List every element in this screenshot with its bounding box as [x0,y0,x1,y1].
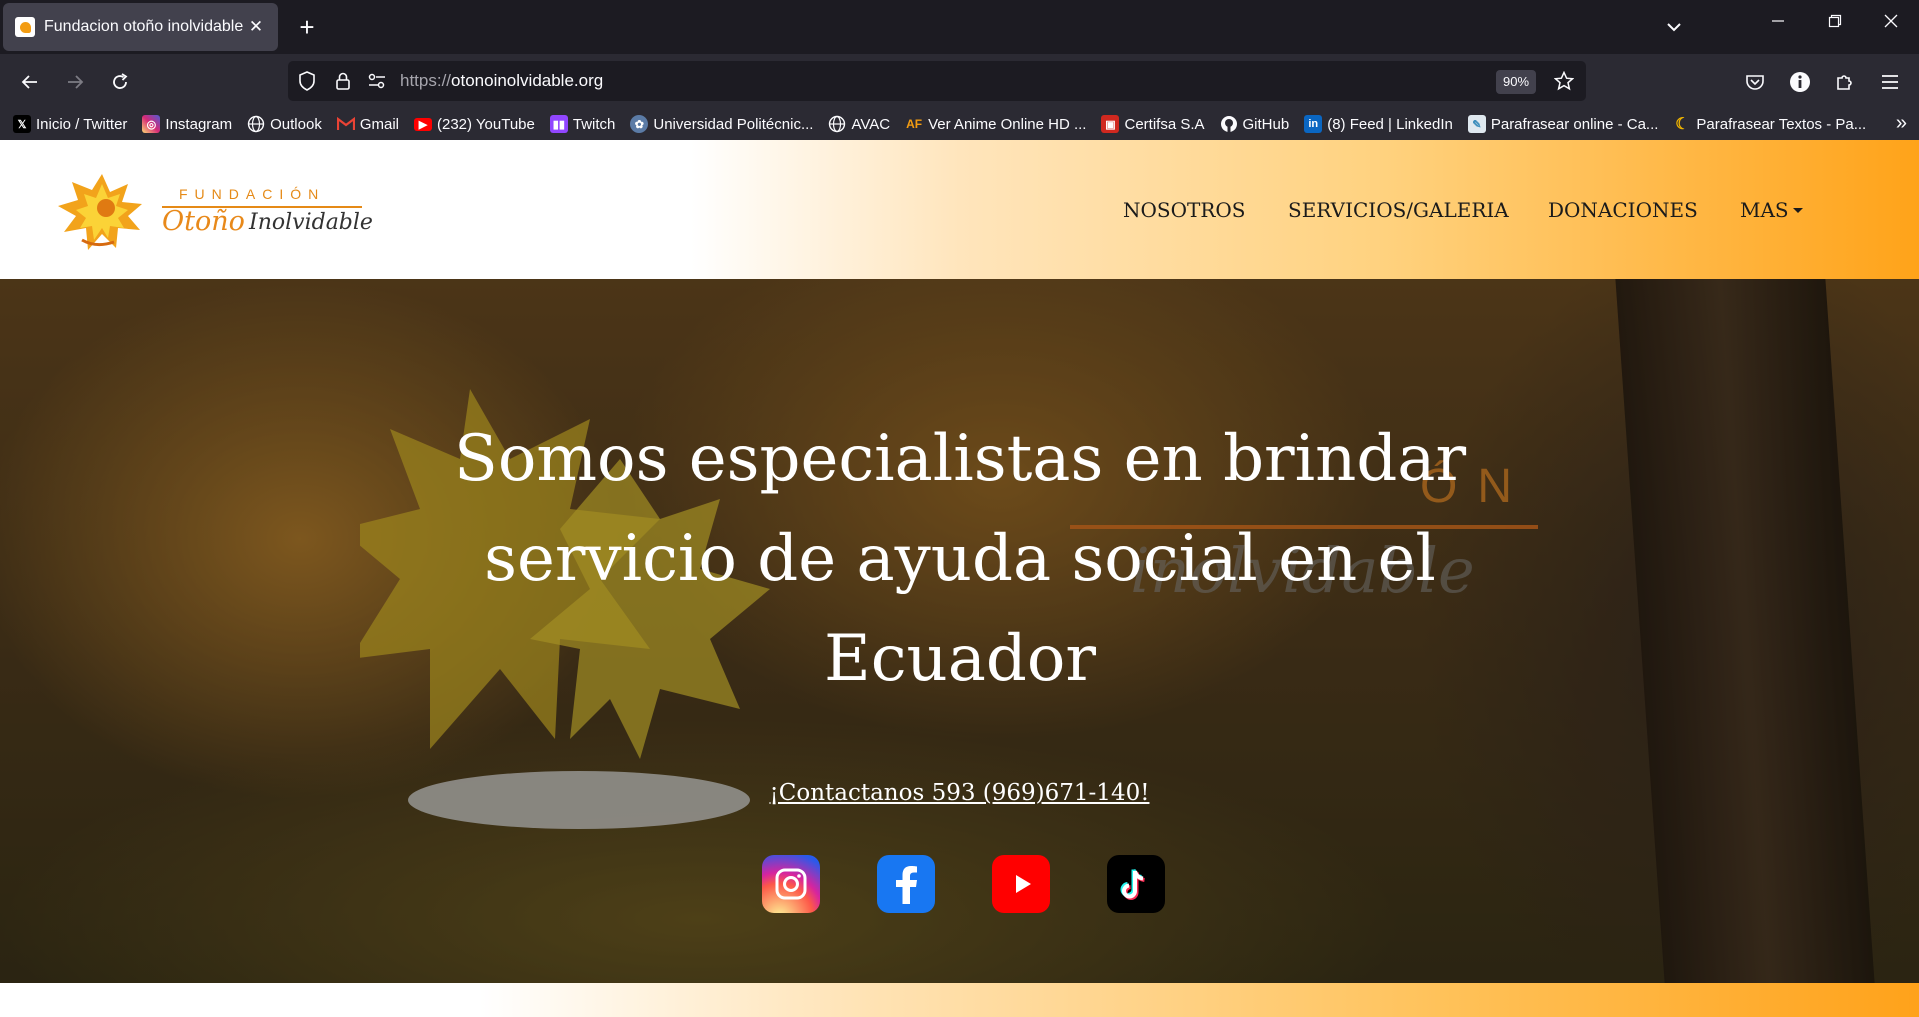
next-section-strip [0,983,1919,1017]
web-page: FUNDACIÓN Otoño Inolvidable NOSOTROS SER… [0,140,1919,1017]
nav-link-nosotros[interactable]: NOSOTROS [1123,198,1246,222]
close-icon [1884,14,1898,28]
permissions-icon[interactable] [366,70,388,92]
arrow-left-icon [21,75,37,89]
gmail-icon [336,115,355,133]
url-protocol: https:// [400,71,452,90]
tab-strip: Fundacion otoño inolvidable ✕ + [0,0,1919,54]
more-bookmarks-chevron-icon[interactable]: » [1896,112,1907,135]
nav-link-donaciones[interactable]: DONACIONES [1548,198,1698,222]
hero-headline-line: servicio de ayuda social en el [484,522,1436,596]
address-bar[interactable]: https://otonoinolvidable.org 90% [288,61,1586,101]
close-tab-icon[interactable]: ✕ [246,17,266,37]
paraphrase-icon: ✎ [1467,115,1486,133]
bookmark-item[interactable]: ☾ Parafrasear Textos - Pa... [1673,115,1866,134]
app-menu-button[interactable] [1875,67,1905,97]
pocket-icon [1746,75,1764,90]
bookmark-item[interactable]: ✎ Parafrasear online - Ca... [1467,115,1658,133]
hero-section: ÓN inolvidable Somos especialistas en br… [0,279,1919,983]
site-favicon-icon [15,17,35,37]
restore-icon [1828,14,1842,28]
twitch-icon: ▮▮ [549,115,568,133]
bookmark-item[interactable]: GitHub [1220,115,1289,133]
minimize-button[interactable] [1763,12,1793,33]
hamburger-menu-icon [1882,75,1898,89]
new-tab-button[interactable]: + [292,12,322,42]
bookmark-item[interactable]: in (8) Feed | LinkedIn [1304,115,1453,133]
hero-headline: Somos especialistas en brindar servicio … [360,409,1560,709]
logo-otono-text: Otoño [162,206,245,237]
instagram-button[interactable] [762,855,820,913]
minimize-icon [1772,20,1784,22]
tiktok-icon [1120,868,1145,900]
nav-dropdown-mas[interactable]: MAS [1740,198,1803,222]
instagram-icon [775,868,807,900]
linkedin-icon: in [1304,115,1323,133]
bookmark-item[interactable]: ✿ Universidad Politécnic... [630,115,813,133]
youtube-icon [1016,875,1031,893]
bookmark-item[interactable]: ▮▮ Twitch [549,115,615,133]
active-tab[interactable]: Fundacion otoño inolvidable ✕ [3,3,278,51]
youtube-button[interactable] [992,855,1050,913]
bookmark-item[interactable]: ▶ (232) YouTube [414,116,535,133]
bookmark-item[interactable]: Gmail [336,115,399,133]
lock-icon[interactable] [332,70,354,92]
certifsa-icon: ▣ [1101,115,1120,133]
arrow-right-icon [68,75,84,89]
tab-title: Fundacion otoño inolvidable [44,18,244,35]
bookmark-item[interactable]: Outlook [247,115,322,133]
info-icon [1790,72,1810,92]
facebook-button[interactable] [877,855,935,913]
github-icon [1220,115,1238,133]
reload-button[interactable] [105,67,135,97]
moon-icon: ☾ [1675,116,1690,133]
af-icon: AF [906,117,923,131]
reload-icon [113,73,128,89]
logo-fundacion-text: FUNDACIÓN [179,186,326,202]
bookmarks-toolbar: 𝕏 Inicio / Twitter ◎ Instagram Outlook Gma… [0,108,1919,140]
zoom-level-badge[interactable]: 90% [1496,70,1536,94]
nav-dropdown-mas-label: MAS [1740,198,1789,222]
url-host: otonoinolvidable.org [451,71,604,90]
nav-link-servicios-galeria[interactable]: SERVICIOS/GALERIA [1288,198,1509,222]
hero-headline-line: Somos especialistas en brindar [453,422,1467,496]
bookmark-item[interactable]: ▣ Certifsa S.A [1101,115,1205,133]
bookmark-item[interactable]: 𝕏 Inicio / Twitter [13,115,127,133]
contact-phone-link[interactable]: ¡Contactanos 593 (969)671-140! [770,780,1150,806]
globe-icon [247,115,265,133]
list-all-tabs-button[interactable] [1661,14,1687,40]
bookmark-item[interactable]: AF Ver Anime Online HD ... [905,115,1086,133]
extension-info-button[interactable] [1785,67,1815,97]
bookmark-star-icon[interactable] [1553,70,1575,92]
forward-button[interactable] [60,67,90,97]
chevron-down-icon [1667,23,1681,32]
back-button[interactable] [15,67,45,97]
tiktok-button[interactable] [1107,855,1165,913]
hero-headline-line: Ecuador [823,622,1097,696]
instagram-icon: ◎ [142,115,161,133]
maple-leaf-logo-icon [58,174,142,250]
caret-down-icon [1792,207,1803,213]
facebook-icon [896,866,917,904]
extensions-button[interactable] [1830,67,1860,97]
site-header: FUNDACIÓN Otoño Inolvidable NOSOTROS SER… [0,140,1919,279]
navigation-toolbar: https://otonoinolvidable.org 90% [0,54,1919,108]
tracking-protection-shield-icon[interactable] [296,70,318,92]
url-text[interactable]: https://otonoinolvidable.org [400,71,603,91]
bookmark-item[interactable]: AVAC [828,115,890,133]
logo-inolvidable-text: Inolvidable [249,210,373,235]
globe-icon [828,115,846,133]
youtube-icon: ▶ [414,117,432,131]
close-window-button[interactable] [1876,12,1906,33]
puzzle-icon [1837,75,1852,90]
contact-phone-row: ¡Contactanos 593 (969)671-140! [0,780,1919,806]
pocket-button[interactable] [1740,67,1770,97]
restore-button[interactable] [1820,12,1850,33]
x-icon: 𝕏 [13,115,31,133]
site-logo[interactable]: FUNDACIÓN Otoño Inolvidable [44,170,394,255]
bookmark-item[interactable]: ◎ Instagram [142,115,232,133]
university-icon: ✿ [630,115,649,133]
